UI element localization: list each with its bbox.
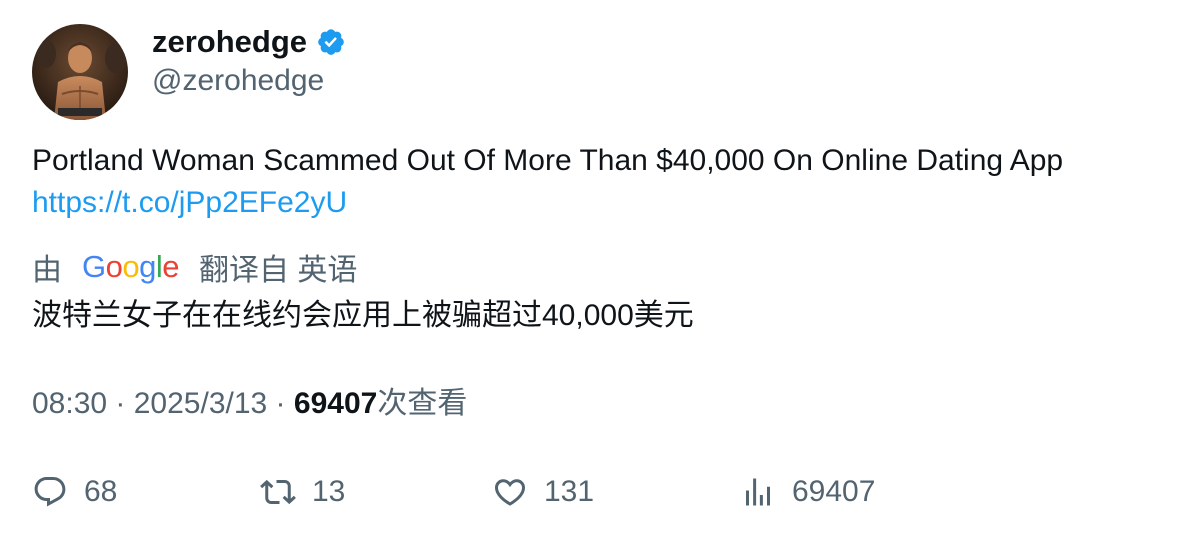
google-logo: Google	[82, 249, 180, 284]
translation-suffix: 翻译自 英语	[199, 254, 358, 287]
meta-separator: ·	[107, 387, 134, 420]
tweet-text: Portland Woman Scammed Out Of More Than …	[32, 140, 1172, 224]
meta-separator: ·	[267, 387, 294, 420]
heart-icon	[494, 479, 526, 506]
tweet-meta: 08:30 · 2025/3/13 · 69407次查看	[32, 382, 467, 426]
tweet-date[interactable]: 2025/3/13	[134, 387, 267, 420]
retweet-count: 13	[312, 475, 346, 508]
author-display-name[interactable]: zerohedge	[152, 22, 307, 62]
translated-text: 波特兰女子在在线约会应用上被骗超过40,000美元	[32, 299, 694, 332]
action-bar: 68 13 131 69407	[32, 468, 1172, 516]
retweet-button[interactable]: 13	[260, 468, 345, 516]
views-button[interactable]: 69407	[740, 468, 875, 516]
tweet-body: Portland Woman Scammed Out Of More Than …	[32, 144, 1064, 177]
author-handle[interactable]: @zerohedge	[152, 62, 324, 100]
reply-icon	[34, 477, 66, 507]
tweet-card: zerohedge @zerohedge Portland Woman Scam…	[0, 0, 1196, 538]
retweet-icon	[260, 479, 296, 505]
like-count: 131	[544, 475, 595, 508]
views-chart-icon	[746, 478, 770, 506]
avatar-image	[32, 24, 128, 120]
translation-attribution[interactable]: 由 Google 翻译自 英语	[32, 246, 357, 288]
views-action-count: 69407	[792, 475, 876, 508]
tweet-link[interactable]: https://t.co/jPp2EFe2yU	[32, 182, 1172, 224]
views-label: 次查看	[377, 387, 468, 420]
translation-prefix: 由	[32, 254, 62, 287]
avatar[interactable]	[32, 24, 128, 120]
tweet-time[interactable]: 08:30	[32, 387, 107, 420]
views-count: 69407	[293, 387, 378, 420]
like-button[interactable]: 131	[492, 468, 594, 516]
author-name-row: zerohedge	[152, 22, 346, 62]
verified-badge-icon[interactable]	[316, 27, 346, 57]
reply-button[interactable]: 68	[32, 468, 117, 516]
reply-count: 68	[84, 475, 118, 508]
